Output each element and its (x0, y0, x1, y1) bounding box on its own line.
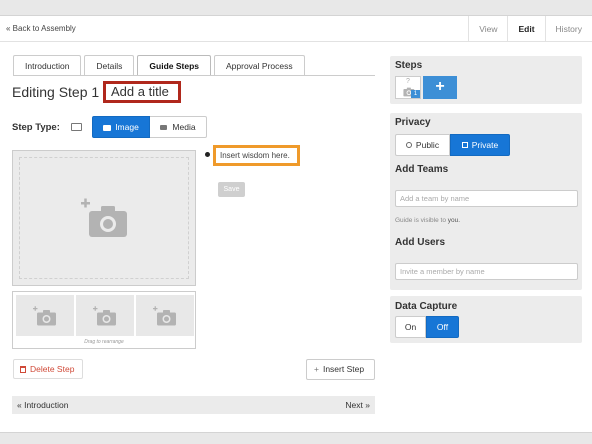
add-photo-icon (93, 306, 116, 326)
thumbnail-slot-2[interactable] (76, 295, 134, 336)
view-mode-tabs: View Edit History (468, 16, 592, 42)
tab-history[interactable]: History (544, 16, 592, 42)
tab-details[interactable]: Details (84, 55, 135, 76)
delete-step-label: Delete Step (30, 364, 75, 374)
insert-step-button[interactable]: + Insert Step (306, 359, 375, 380)
step-thumbnail[interactable]: ? 1 (395, 76, 421, 99)
tab-edit[interactable]: Edit (507, 16, 544, 42)
globe-icon (405, 142, 412, 148)
step-type-image-button[interactable]: Image (92, 116, 150, 138)
add-photo-icon (33, 306, 56, 326)
keyboard-icon (71, 123, 82, 131)
visibility-note: Guide is visible to you. (395, 217, 460, 224)
private-label: Private (471, 140, 499, 150)
image-thumbnails: Drag to rearrange (12, 291, 196, 349)
bottom-chrome-strip (0, 432, 592, 444)
add-step-button[interactable]: + (423, 76, 457, 99)
thumbnail-slot-1[interactable] (16, 295, 74, 336)
add-photo-icon (153, 306, 176, 326)
camera-icon (103, 125, 112, 131)
top-chrome-strip (0, 0, 592, 16)
media-option-label: Media (172, 122, 196, 132)
visibility-note-prefix: Guide is visible to (395, 217, 446, 224)
delete-step-button[interactable]: Delete Step (13, 359, 83, 379)
data-capture-off-button[interactable]: Off (426, 316, 459, 338)
page-title: Editing Step 1 - (12, 84, 108, 100)
bullet-icon (205, 152, 210, 157)
main-image-dropzone[interactable] (12, 150, 196, 286)
add-teams-title: Add Teams (395, 164, 449, 175)
drag-to-rearrange-hint: Drag to rearrange (84, 339, 124, 345)
public-toggle-button[interactable]: Public (395, 134, 450, 156)
app-frame: « Back to Assembly View Edit History Int… (0, 0, 592, 444)
tab-view[interactable]: View (468, 16, 507, 42)
save-button[interactable]: Save (218, 182, 245, 197)
step-type-media-button[interactable]: Media (150, 116, 207, 138)
video-icon (160, 125, 168, 130)
thumbnail-slot-3[interactable] (136, 295, 194, 336)
steps-panel: Steps ? 1 + (390, 56, 582, 104)
step-type-label: Step Type: (12, 122, 60, 133)
privacy-panel-title: Privacy (395, 117, 431, 128)
plus-icon: + (435, 78, 445, 95)
plus-icon: + (314, 364, 319, 374)
data-capture-on-button[interactable]: On (395, 316, 426, 338)
guide-section-tabs: Introduction Details Guide Steps Approva… (13, 55, 305, 76)
tab-guide-steps[interactable]: Guide Steps (137, 55, 211, 76)
privacy-panel: Privacy Public Private Add Teams Add a t… (390, 113, 582, 290)
top-navigation-bar: « Back to Assembly View Edit History (0, 16, 592, 42)
insert-step-label: Insert Step (322, 364, 365, 374)
add-users-title: Add Users (395, 237, 446, 248)
add-photo-icon (81, 198, 127, 237)
step-title-input[interactable]: Add a title (103, 81, 181, 103)
step-number-badge: 1 (411, 90, 420, 98)
unknown-image-label: ? (406, 78, 410, 85)
back-to-assembly-link[interactable]: « Back to Assembly (6, 24, 76, 33)
visibility-note-value: you. (447, 217, 461, 224)
tab-introduction[interactable]: Introduction (13, 55, 82, 76)
tab-approval-process[interactable]: Approval Process (214, 55, 305, 76)
data-capture-title: Data Capture (395, 301, 458, 312)
invite-member-input[interactable]: Invite a member by name (395, 263, 578, 280)
previous-link[interactable]: « Introduction (17, 396, 69, 414)
trash-icon (20, 366, 26, 373)
data-capture-panel: Data Capture On Off (390, 296, 582, 343)
edit-icon (461, 142, 468, 148)
add-team-input[interactable]: Add a team by name (395, 190, 578, 207)
tabs-divider (13, 75, 375, 76)
step-text-input[interactable]: Insert wisdom here. (213, 145, 300, 166)
next-link[interactable]: Next » (345, 396, 370, 414)
private-toggle-button[interactable]: Private (450, 134, 510, 156)
image-option-label: Image (115, 122, 139, 132)
step-pager: « Introduction Next » (12, 396, 375, 414)
steps-panel-title: Steps (395, 60, 423, 71)
public-label: Public (415, 140, 440, 150)
